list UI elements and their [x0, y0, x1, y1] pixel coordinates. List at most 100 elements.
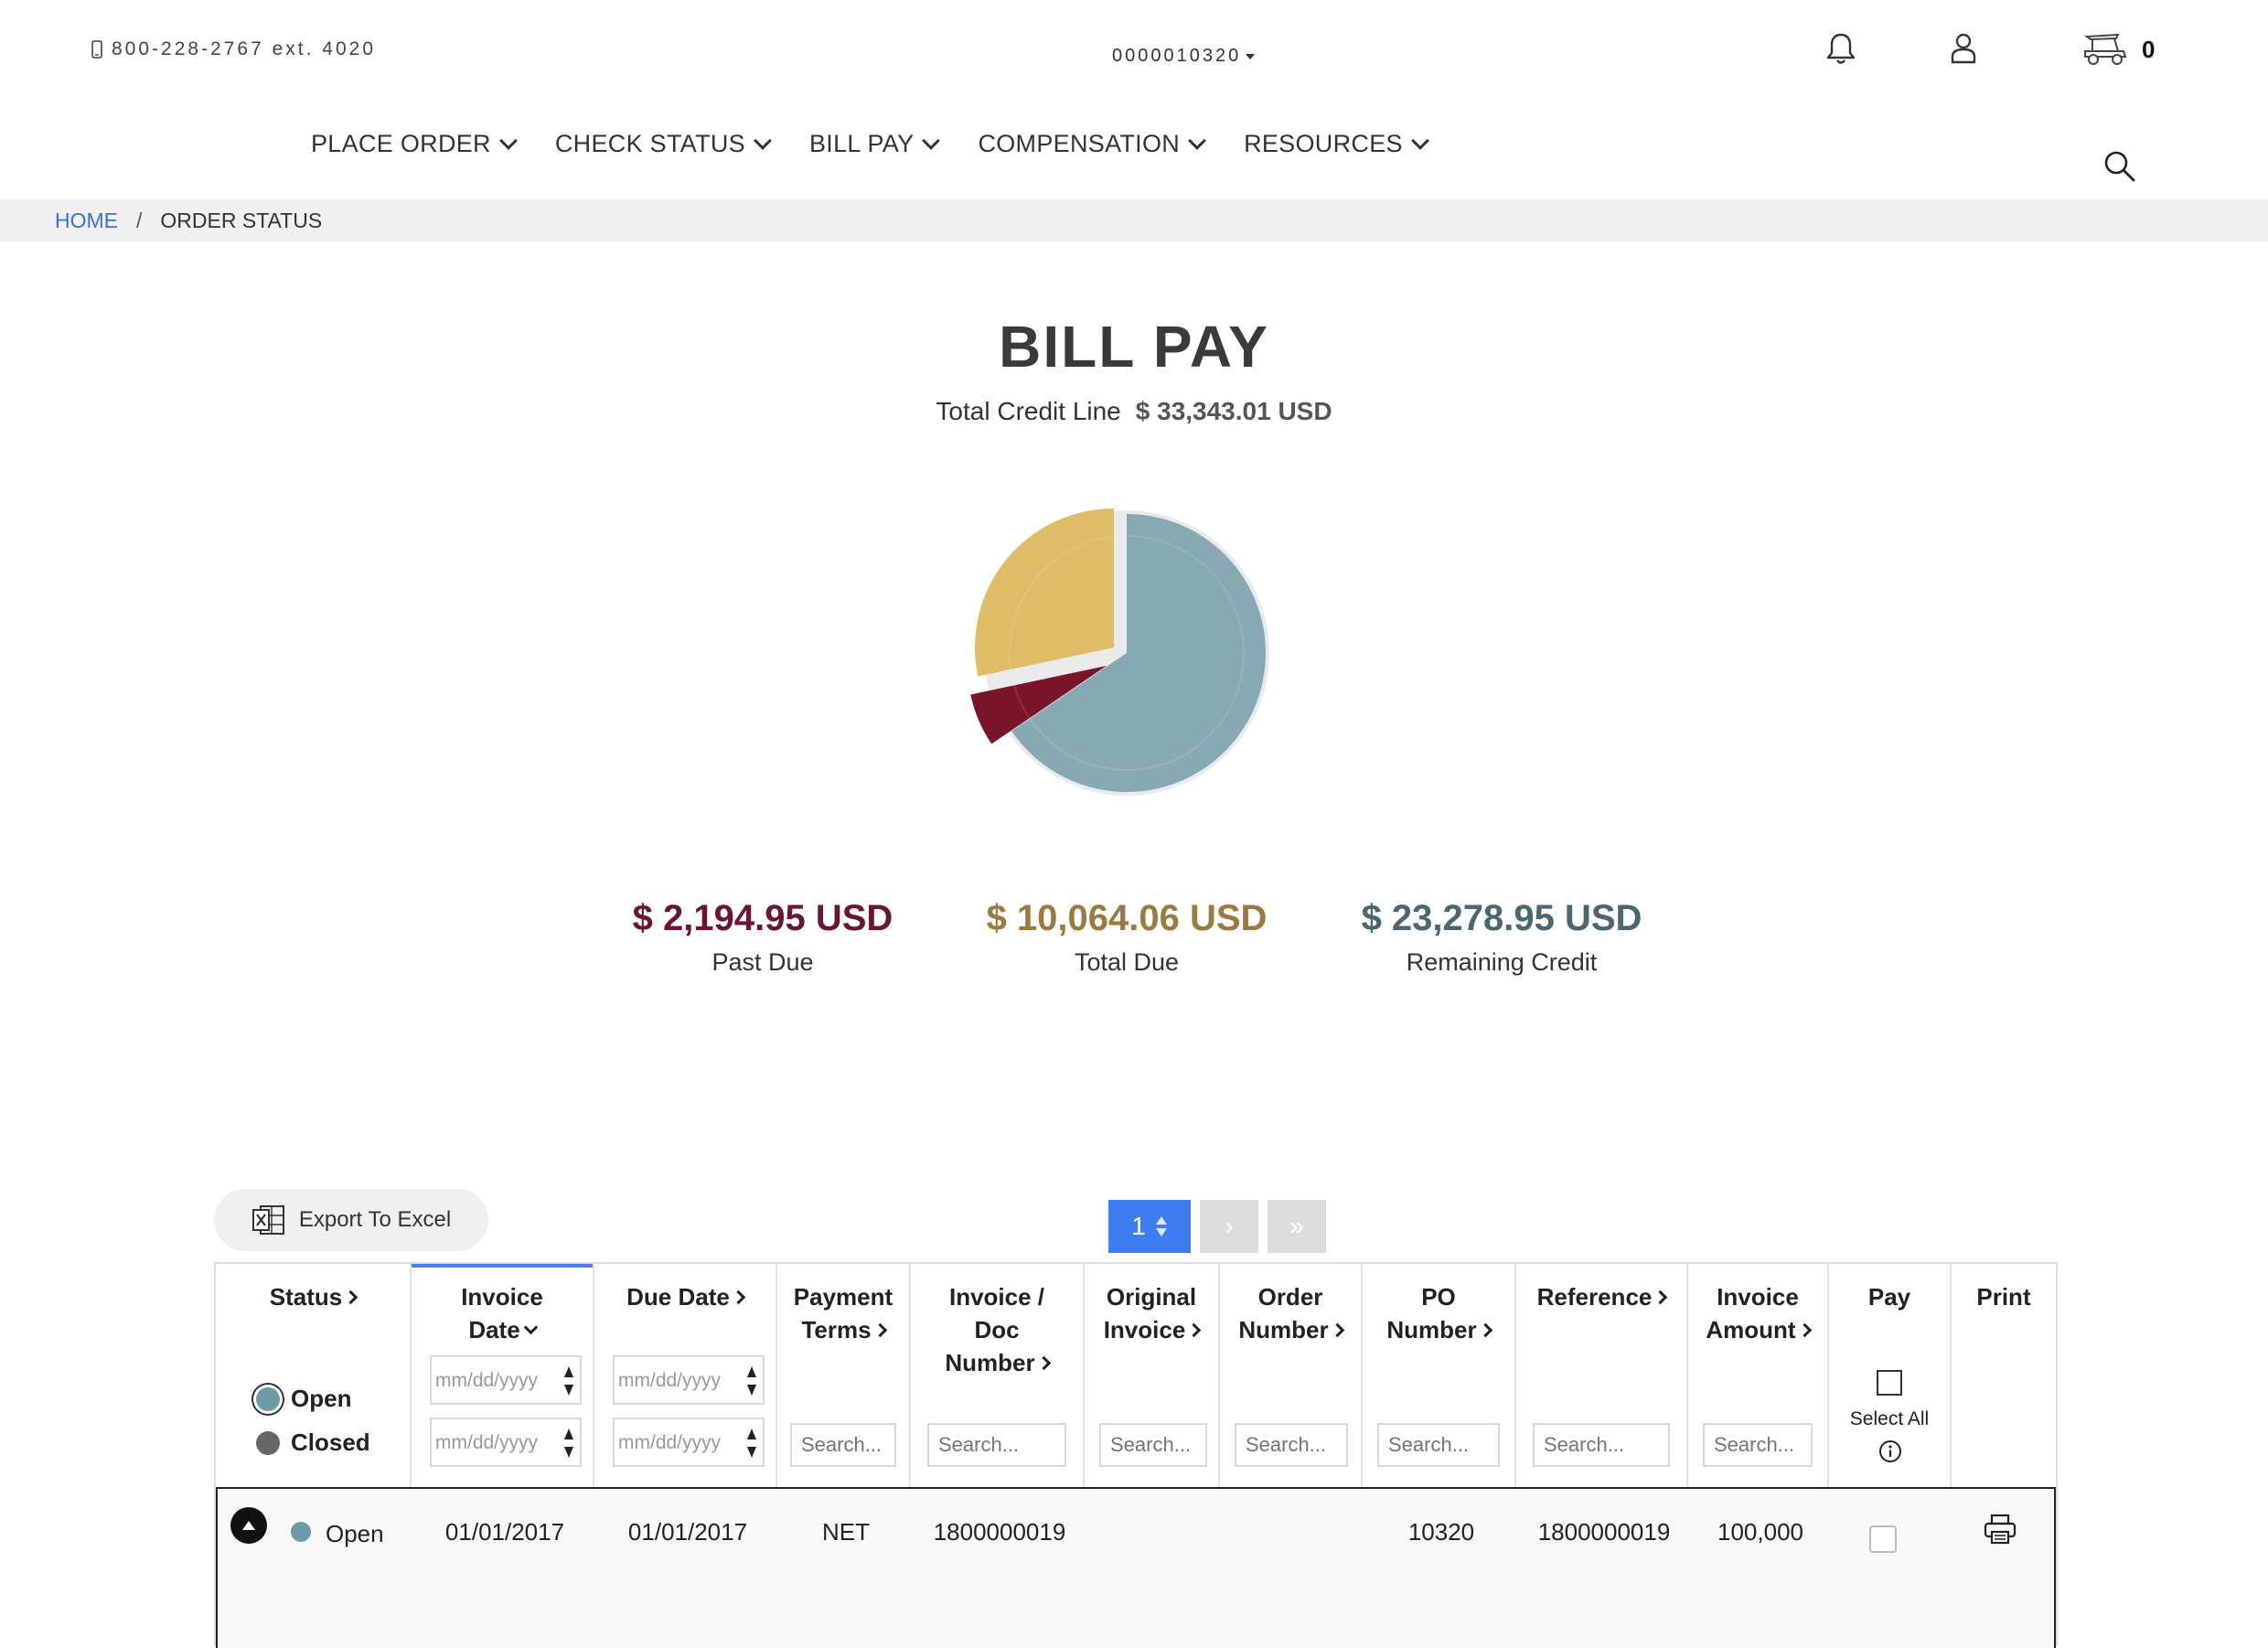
user-icon: [1951, 33, 1976, 64]
page-number-select[interactable]: 1: [1108, 1200, 1191, 1253]
chevron-down-icon: [922, 131, 941, 150]
invoice-date-to-input[interactable]: mm/dd/yyyy: [430, 1418, 582, 1467]
past-due-label: Past Due: [711, 948, 814, 976]
open-status-dot: [256, 1386, 280, 1411]
phone-icon: [91, 40, 102, 59]
col-original-invoice: Original Invoice: [1085, 1264, 1220, 1487]
table-row[interactable]: Open 01/01/2017 01/01/2017 NET 180000001…: [216, 1489, 2056, 1648]
nav-place-order[interactable]: PLACE ORDER: [311, 130, 518, 158]
reference-search[interactable]: [1533, 1423, 1670, 1467]
nav-label: BILL PAY: [808, 130, 915, 157]
printer-icon[interactable]: [1983, 1513, 2017, 1546]
cart-button[interactable]: 0: [2081, 31, 2155, 68]
nav-check-status[interactable]: CHECK STATUS: [555, 130, 772, 158]
col-order-number: Order Number: [1220, 1264, 1363, 1487]
notifications-button[interactable]: [1825, 31, 1856, 66]
nav-compensation[interactable]: COMPENSATION: [978, 130, 1206, 158]
header-text: Number: [1386, 1316, 1477, 1343]
header-text: Number: [945, 1349, 1035, 1376]
col-due-date: Due Date mm/dd/yyyy mm/dd/yyyy: [594, 1264, 777, 1487]
payment-terms-search[interactable]: [790, 1423, 896, 1467]
header-reference[interactable]: Reference: [1516, 1280, 1686, 1313]
status-filter-closed[interactable]: Closed: [256, 1429, 370, 1457]
invoice-doc-search[interactable]: [927, 1423, 1066, 1467]
closed-status-dot: [256, 1430, 280, 1455]
col-reference: Reference: [1516, 1264, 1688, 1487]
next-page-button[interactable]: ›: [1200, 1200, 1258, 1253]
original-invoice-search[interactable]: [1099, 1423, 1207, 1467]
total-due-amount: $ 10,064.06 USD: [986, 898, 1268, 938]
main-nav: PLACE ORDER CHECK STATUS BILL PAY COMPEN…: [311, 130, 1429, 158]
col-po-number: PO Number: [1363, 1264, 1516, 1487]
account-number: 0000010320: [1112, 46, 1242, 66]
col-pay: Pay Select All: [1829, 1264, 1952, 1487]
header-text: Date: [468, 1316, 520, 1343]
header-due-date[interactable]: Due Date: [594, 1280, 776, 1313]
header-text: Status: [269, 1283, 343, 1311]
breadcrumb-current: ORDER STATUS: [160, 208, 323, 232]
info-icon[interactable]: [1878, 1439, 1902, 1463]
col-invoice-amount: Invoice Amount: [1688, 1264, 1829, 1487]
header-invoice-date[interactable]: Invoice Date: [412, 1280, 593, 1346]
col-status: Status Open Closed: [216, 1264, 412, 1487]
nav-bill-pay[interactable]: BILL PAY: [808, 130, 941, 158]
account-selector[interactable]: 0000010320: [1112, 46, 1256, 67]
status-filter-open[interactable]: Open: [256, 1385, 351, 1413]
row-expand-button[interactable]: [230, 1507, 267, 1544]
header-text: Amount: [1706, 1316, 1796, 1343]
order-number-search[interactable]: [1235, 1423, 1348, 1467]
search-button[interactable]: [2103, 150, 2136, 187]
search-icon: [2104, 151, 2135, 182]
row-invoice-amount: 100,000: [1717, 1518, 1803, 1546]
phone-text: 800-228-2767 ext. 4020: [112, 38, 377, 59]
date-placeholder: mm/dd/yyyy: [435, 1432, 539, 1453]
header-invoice-amount[interactable]: Invoice Amount: [1688, 1280, 1827, 1346]
chevron-right-icon: [1797, 1322, 1812, 1338]
spinner-icon: [564, 1429, 573, 1458]
pagination: 1 › »: [1108, 1200, 1326, 1253]
spinner-icon: [747, 1429, 756, 1458]
nav-resources[interactable]: RESOURCES: [1244, 130, 1429, 158]
last-page-button[interactable]: »: [1268, 1200, 1326, 1253]
select-all-label: Select All: [1849, 1408, 1930, 1429]
nav-label: PLACE ORDER: [311, 130, 491, 157]
header-payment-terms[interactable]: Payment Terms: [777, 1280, 909, 1346]
header-text: Doc: [974, 1316, 1020, 1343]
invoice-date-from-input[interactable]: mm/dd/yyyy: [430, 1355, 582, 1405]
credit-label: Total Credit Line: [936, 397, 1121, 425]
summary-total-due: $ 10,064.06 USD Total Due: [944, 898, 1310, 977]
due-date-to-input[interactable]: mm/dd/yyyy: [613, 1418, 765, 1467]
current-page: 1: [1131, 1212, 1146, 1240]
po-number-search[interactable]: [1377, 1423, 1500, 1467]
export-to-excel-button[interactable]: Export To Excel: [214, 1189, 488, 1251]
header-po-number[interactable]: PO Number: [1363, 1280, 1514, 1346]
export-label: Export To Excel: [298, 1207, 452, 1232]
col-payment-terms: Payment Terms: [777, 1264, 911, 1487]
row-status-dot: [291, 1522, 311, 1542]
total-due-label: Total Due: [1074, 948, 1180, 976]
row-pay-checkbox[interactable]: [1869, 1525, 1897, 1553]
header-text: Reference: [1536, 1283, 1653, 1311]
header-pay: Pay: [1867, 1283, 1911, 1311]
caret-down-icon: [1246, 53, 1256, 59]
header-order-number[interactable]: Order Number: [1220, 1280, 1361, 1346]
breadcrumb-home[interactable]: HOME: [55, 209, 118, 233]
nav-label: COMPENSATION: [978, 130, 1181, 157]
header-text: Terms: [801, 1316, 872, 1343]
summary-past-due: $ 2,194.95 USD Past Due: [580, 898, 946, 977]
header-text: Invoice: [1103, 1316, 1186, 1343]
row-po-number: 10320: [1407, 1518, 1475, 1546]
date-placeholder: mm/dd/yyyy: [435, 1370, 539, 1391]
invoice-amount-search[interactable]: [1703, 1423, 1813, 1467]
due-date-from-input[interactable]: mm/dd/yyyy: [613, 1355, 765, 1405]
account-button[interactable]: [1948, 31, 1979, 66]
header-status[interactable]: Status: [216, 1280, 410, 1313]
remaining-credit-label: Remaining Credit: [1406, 948, 1598, 976]
header-original-invoice[interactable]: Original Invoice: [1085, 1280, 1218, 1346]
invoice-table: Status Open Closed Invoice Date mm/dd/yy…: [214, 1262, 2058, 1648]
select-all-checkbox[interactable]: [1877, 1370, 1902, 1396]
header-text: Number: [1238, 1316, 1329, 1343]
header-invoice-doc-number[interactable]: Invoice / Doc Number: [911, 1280, 1083, 1379]
row-invoice-doc-number[interactable]: 1800000019: [913, 1518, 1086, 1546]
open-label: Open: [291, 1385, 352, 1412]
